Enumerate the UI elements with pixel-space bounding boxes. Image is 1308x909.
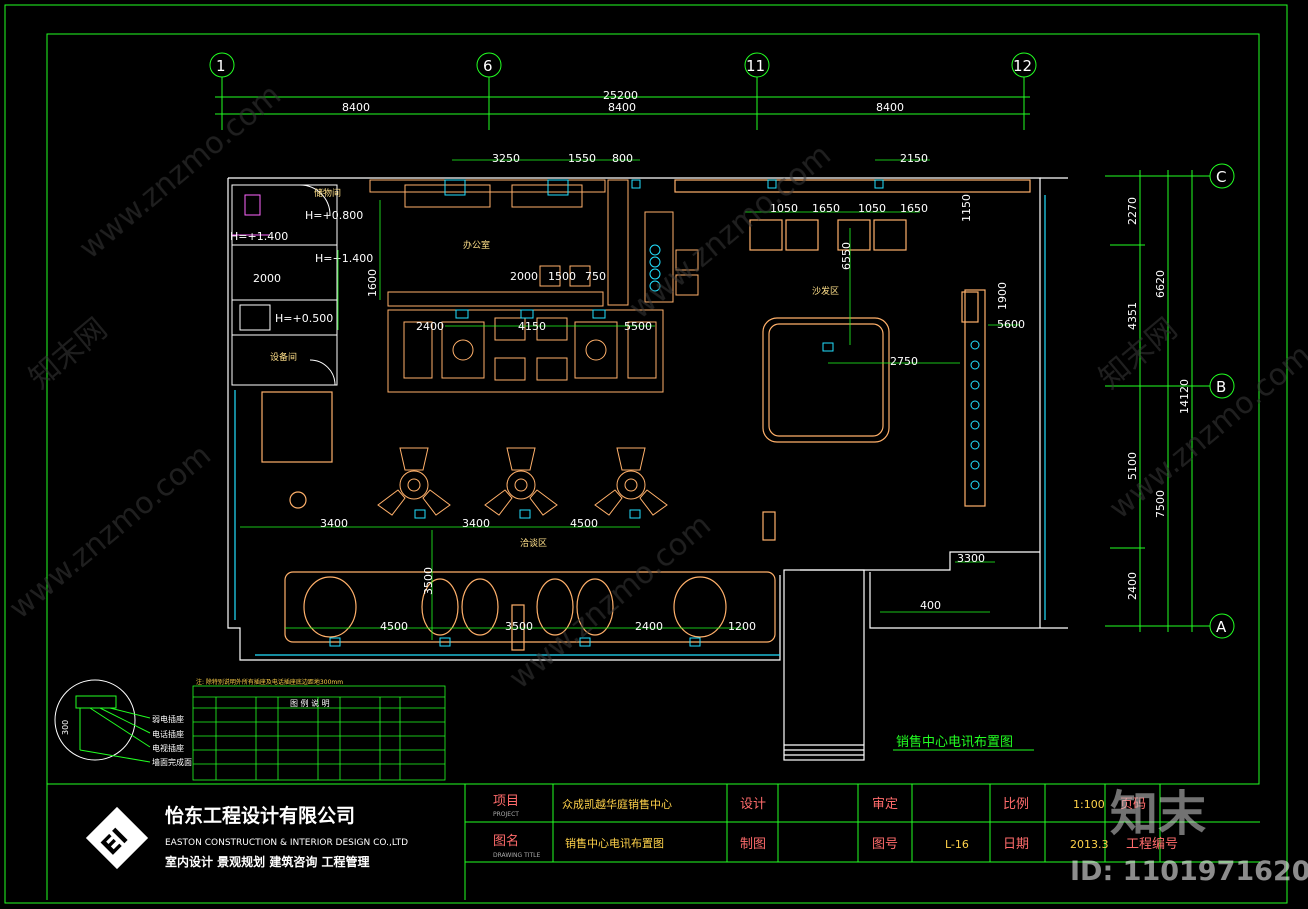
dim-3400-b: 4500 xyxy=(570,517,598,530)
grid-label-1: 1 xyxy=(216,57,226,75)
grid-label-12: 12 xyxy=(1013,57,1032,75)
tb-name-label: 图名 xyxy=(493,833,519,849)
dim-right-6620: 6620 xyxy=(1154,270,1167,298)
dim-right-4351: 4351 xyxy=(1126,302,1139,330)
grid-axis-right xyxy=(1105,163,1235,639)
tb-project-sub: PROJECT xyxy=(493,811,519,818)
dim-2750: 1900 xyxy=(996,282,1009,310)
dim-4500-h: 3500 xyxy=(505,620,533,633)
dim-4500-v: 3500 xyxy=(422,567,435,595)
dim-2000-a: 2000 xyxy=(253,272,281,285)
tb-name-value: 销售中心电讯布置图 xyxy=(565,836,664,850)
level-mark-1: H=+0.800 xyxy=(305,209,363,222)
dim-1550: 1550 xyxy=(568,152,596,165)
tb-review-label: 审定 xyxy=(872,797,898,812)
company-name-cn: 怡东工程设计有限公司 xyxy=(165,804,355,827)
level-mark-4: H=+0.500 xyxy=(275,312,333,325)
tb-no-value: L-16 xyxy=(945,838,969,851)
company-services: 室内设计 景观规划 建筑咨询 工程管理 xyxy=(165,854,370,869)
dim-right-2400: 2400 xyxy=(1126,572,1139,600)
watermark-brand: 知末 xyxy=(1110,786,1206,842)
callout-phone-outlet: 电话插座 xyxy=(152,729,184,739)
dim-750: 750 xyxy=(585,270,606,283)
dim-1500: 1500 xyxy=(548,270,576,283)
dim-1200: 3300 xyxy=(957,552,985,565)
tb-project-label: 项目 xyxy=(493,794,519,809)
tb-project-value: 众成凯越华庭销售中心 xyxy=(562,797,672,811)
grid-label-B: B xyxy=(1216,378,1226,396)
dim-3300: 400 xyxy=(920,599,941,612)
dim-800: 800 xyxy=(612,152,633,165)
company-name-en: EASTON CONSTRUCTION & INTERIOR DESIGN CO… xyxy=(165,838,408,848)
dim-1650-a: 1650 xyxy=(812,202,840,215)
watermark-id: ID: 1101971620 xyxy=(1070,856,1308,887)
watermark-site-2: www.znzmo.com xyxy=(623,138,838,327)
tb-scale-label: 比例 xyxy=(1003,797,1029,812)
tb-draw-label: 制图 xyxy=(740,837,766,852)
dim-800-b: 2000 xyxy=(510,270,538,283)
dim-span-2: 8400 xyxy=(608,101,636,114)
zone-label-equip: 设备间 xyxy=(270,351,297,363)
tb-design-label: 设计 xyxy=(740,797,766,812)
tb-date-value: 2013.3 xyxy=(1070,838,1109,851)
dim-3400-a: 3400 xyxy=(462,517,490,530)
zone-label-nego: 洽谈区 xyxy=(520,537,547,549)
watermark-cn-1: 知末网 xyxy=(23,311,114,396)
tb-scale-value: 1:100 xyxy=(1073,798,1105,811)
dim-5600: 3400 xyxy=(320,517,348,530)
grid-label-6: 6 xyxy=(483,57,493,75)
zone-label-storage: 储物间 xyxy=(314,187,341,199)
dim-2400-c: 1200 xyxy=(728,620,756,633)
callout-data-outlet: 弱电插座 xyxy=(152,714,184,724)
dim-6550: 2750 xyxy=(890,355,918,368)
dim-3500-b: 2400 xyxy=(635,620,663,633)
company-logo: EI xyxy=(85,806,149,870)
level-mark-2: H=+1.400 xyxy=(230,230,288,243)
dim-right-2270: 2270 xyxy=(1126,197,1139,225)
legend-note: 注: 除特别说明外所有插座及电话插座底边距地300mm xyxy=(196,678,343,686)
dim-5500: 6550 xyxy=(840,242,853,270)
negotiation-tables xyxy=(377,447,668,516)
grid-label-A: A xyxy=(1216,618,1227,636)
drawing-title: 销售中心电讯布置图 xyxy=(896,734,1013,750)
watermark-site-4: www.znzmo.com xyxy=(3,438,218,627)
tb-date-label: 日期 xyxy=(1003,837,1029,852)
watermark: 知末 ID: 1101971620 www.znzmo.com www.znzm… xyxy=(3,78,1308,887)
grid-label-C: C xyxy=(1216,168,1226,186)
cad-drawing-canvas: 1 6 11 12 25200 8400 8400 8400 C B A 227… xyxy=(3,4,1308,904)
dim-1050-b: 1050 xyxy=(858,202,886,215)
dim-span-1: 8400 xyxy=(342,101,370,114)
tb-no-label: 图号 xyxy=(872,837,898,852)
dim-1650-b: 1650 xyxy=(900,202,928,215)
watermark-site-5: www.znzmo.com xyxy=(503,508,718,697)
dim-3500-a: 4500 xyxy=(380,620,408,633)
dim-span-3: 8400 xyxy=(876,101,904,114)
dim-3250: 3250 xyxy=(492,152,520,165)
dim-1600: 1600 xyxy=(366,269,379,297)
callout-height: 300 xyxy=(61,720,70,735)
dim-1150: 1150 xyxy=(960,194,973,222)
level-mark-3: H=+1.400 xyxy=(315,252,373,265)
callout-tv-outlet: 电视插座 xyxy=(152,743,184,753)
dim-2400-office: 2400 xyxy=(416,320,444,333)
legend-title: 图 例 说 明 xyxy=(290,698,330,708)
zone-label-sofa: 沙发区 xyxy=(812,285,839,297)
zone-label-office: 办公室 xyxy=(463,239,490,251)
callout-wall-finish: 墙面完成面 xyxy=(152,757,192,767)
dim-1900: 5600 xyxy=(997,318,1025,331)
tb-name-sub: DRAWING TITLE xyxy=(493,852,541,859)
dim-4150: 4150 xyxy=(518,320,546,333)
grid-label-11: 11 xyxy=(746,57,765,75)
dim-2150: 2150 xyxy=(900,152,928,165)
dim-right-14120: 14120 xyxy=(1178,379,1191,414)
building-walls xyxy=(227,177,1068,761)
